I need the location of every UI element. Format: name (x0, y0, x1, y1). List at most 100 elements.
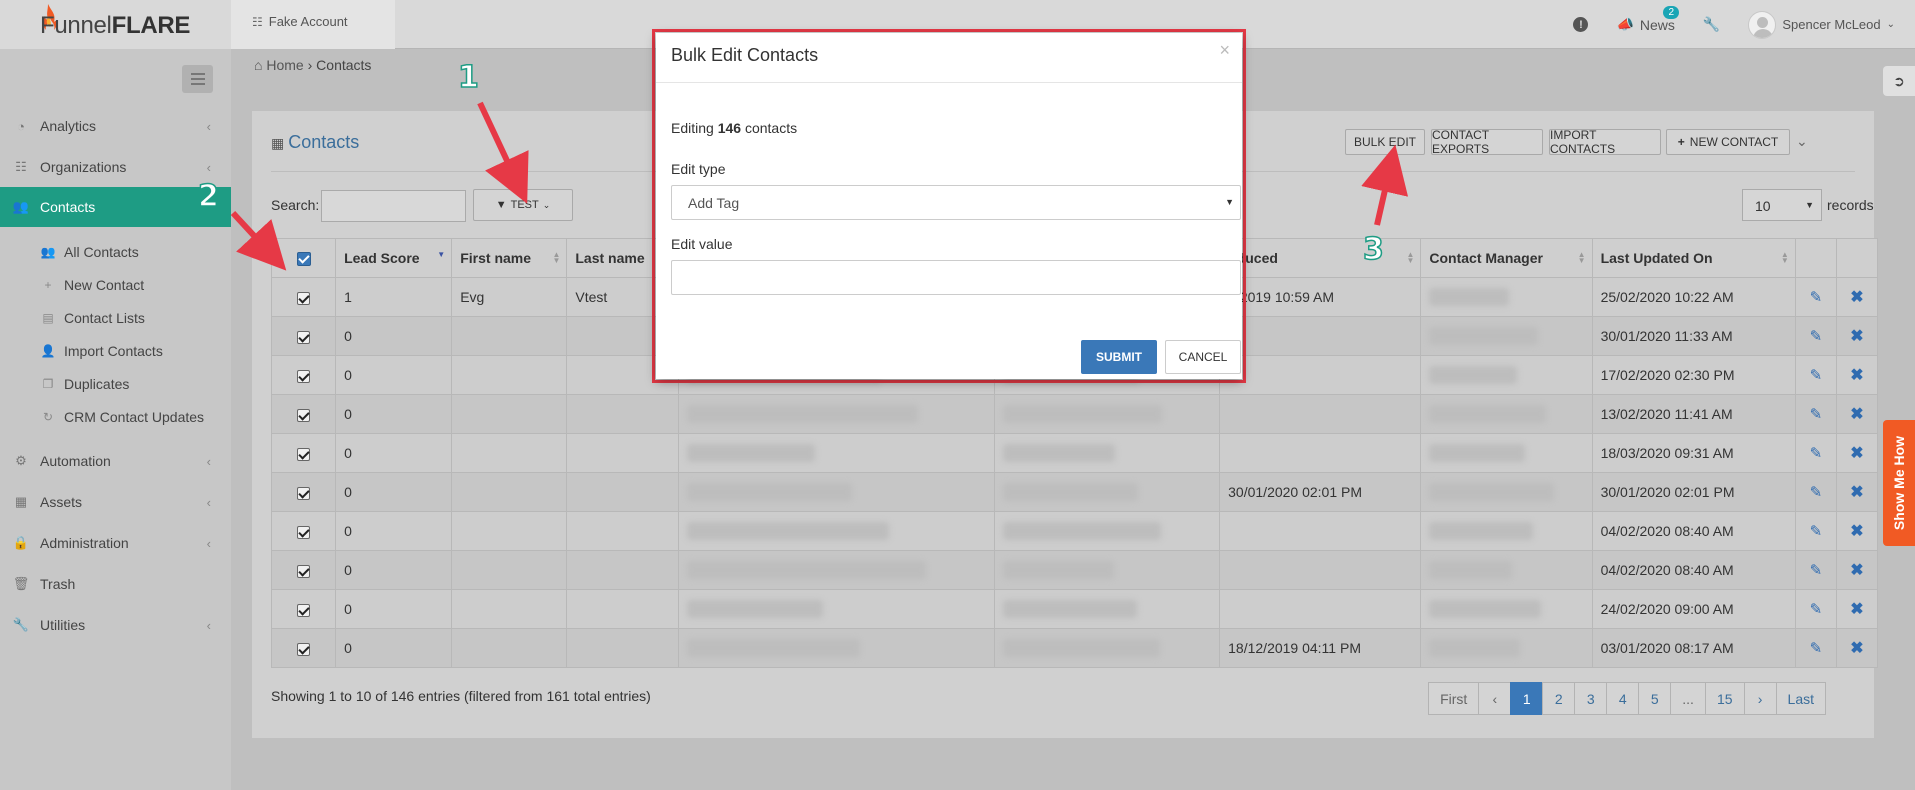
table-row[interactable]: 0 13/02/2020 11:41 AM ✎ ✖ (270, 394, 1879, 434)
sidebar-subitem-crm-contact-updates[interactable]: ↻ CRM Contact Updates (0, 400, 231, 433)
edit-cell[interactable]: ✎ (1794, 355, 1837, 395)
row-checkbox[interactable] (297, 447, 311, 461)
row-select-cell[interactable] (270, 628, 337, 668)
delete-cell[interactable]: ✖ (1835, 589, 1879, 629)
delete-cell[interactable]: ✖ (1835, 394, 1879, 434)
submit-button[interactable]: SUBMIT (1081, 340, 1157, 374)
table-row[interactable]: 0 04/02/2020 08:40 AM ✎ ✖ (270, 511, 1879, 551)
edit-cell[interactable]: ✎ (1794, 550, 1837, 590)
row-checkbox[interactable] (297, 525, 311, 539)
delete-cell[interactable]: ✖ (1835, 316, 1879, 356)
select-all-checkbox[interactable] (296, 252, 311, 267)
delete-cell[interactable]: ✖ (1835, 511, 1879, 551)
edit-cell[interactable]: ✎ (1794, 316, 1837, 356)
row-select-cell[interactable] (270, 511, 337, 551)
page-4[interactable]: 4 (1606, 682, 1640, 715)
pencil-icon[interactable]: ✎ (1810, 406, 1823, 423)
new-contact-button[interactable]: + NEW CONTACT (1666, 129, 1790, 155)
close-icon[interactable]: ✖ (1850, 328, 1863, 345)
pencil-icon[interactable]: ✎ (1810, 562, 1823, 579)
page-1[interactable]: 1 (1510, 682, 1544, 715)
logo[interactable]: FunnelFLARE (0, 0, 231, 49)
sidebar-item-contacts[interactable]: 👥 Contacts (0, 187, 231, 227)
pencil-icon[interactable]: ✎ (1810, 367, 1823, 384)
col-last-updated[interactable]: Last Updated On ▲ ▼ (1591, 238, 1796, 278)
search-input[interactable] (321, 190, 466, 222)
sidebar-item-analytics[interactable]: ◔ Analytics ‹ (0, 106, 231, 146)
edit-cell[interactable]: ✎ (1794, 433, 1837, 473)
import-contacts-button[interactable]: IMPORT CONTACTS (1549, 128, 1661, 156)
table-row[interactable]: 0 18/12/2019 04:11 PM 03/01/2020 08:17 AM ✎… (270, 628, 1879, 668)
edit-cell[interactable]: ✎ (1794, 277, 1837, 317)
row-checkbox[interactable] (297, 642, 311, 656)
sidebar-subitem-contact-lists[interactable]: ▤ Contact Lists (0, 301, 231, 334)
table-row[interactable]: 0 30/01/2020 02:01 PM 30/01/2020 02:01 PM ✎… (270, 472, 1879, 512)
row-checkbox[interactable] (297, 408, 311, 422)
row-select-cell[interactable] (270, 589, 337, 629)
table-row[interactable]: 0 18/03/2020 09:31 AM ✎ ✖ (270, 433, 1879, 473)
sidebar-subitem-all-contacts[interactable]: 👥 All Contacts (0, 235, 231, 268)
close-icon[interactable]: ✖ (1850, 367, 1863, 384)
col-introduced[interactable]: oduced ▲ ▼ (1219, 238, 1422, 278)
filter-button[interactable]: ▼ TEST ⌄ (473, 189, 573, 221)
sidebar-item-utilities[interactable]: 🔧 Utilities ‹ (0, 605, 231, 645)
user-menu[interactable]: Spencer McLeod ⌄ (1748, 10, 1895, 39)
pencil-icon[interactable]: ✎ (1810, 601, 1823, 618)
sidebar-item-administration[interactable]: 🔒 Administration ‹ (0, 523, 231, 563)
settings-button[interactable]: 🔧 (1703, 16, 1720, 33)
collapse-right-panel-button[interactable]: ➲ (1883, 66, 1915, 96)
col-first-name[interactable]: First name ▲ ▼ (451, 238, 568, 278)
row-select-cell[interactable] (270, 355, 337, 395)
close-icon[interactable]: ✖ (1850, 484, 1863, 501)
page-last[interactable]: Last (1775, 682, 1826, 715)
close-icon[interactable]: × (1219, 40, 1230, 61)
page-3[interactable]: 3 (1574, 682, 1608, 715)
pencil-icon[interactable]: ✎ (1810, 328, 1823, 345)
row-select-cell[interactable] (270, 472, 337, 512)
table-row[interactable]: 0 04/02/2020 08:40 AM ✎ ✖ (270, 550, 1879, 590)
delete-cell[interactable]: ✖ (1835, 628, 1879, 668)
row-checkbox[interactable] (297, 603, 311, 617)
row-select-cell[interactable] (270, 277, 337, 317)
row-checkbox[interactable] (297, 330, 311, 344)
pencil-icon[interactable]: ✎ (1810, 640, 1823, 657)
delete-cell[interactable]: ✖ (1835, 472, 1879, 512)
select-all-header[interactable] (270, 238, 337, 278)
contact-exports-button[interactable]: CONTACT EXPORTS (1431, 128, 1543, 156)
row-select-cell[interactable] (270, 394, 337, 434)
page-2[interactable]: 2 (1542, 682, 1576, 715)
sidebar-item-organizations[interactable]: ☷ Organizations ‹ (0, 147, 231, 187)
table-row[interactable]: 0 24/02/2020 09:00 AM ✎ ✖ (270, 589, 1879, 629)
row-select-cell[interactable] (270, 433, 337, 473)
edit-cell[interactable]: ✎ (1794, 589, 1837, 629)
close-icon[interactable]: ✖ (1850, 601, 1863, 618)
close-icon[interactable]: ✖ (1850, 562, 1863, 579)
sidebar-item-automation[interactable]: ⚙ Automation ‹ (0, 441, 231, 481)
edit-type-select[interactable]: Add Tag ▼ (671, 185, 1241, 220)
page-first[interactable]: First (1428, 682, 1480, 715)
sidebar-subitem-import-contacts[interactable]: 👤 Import Contacts (0, 334, 231, 367)
menu-toggle-icon[interactable] (182, 65, 213, 93)
breadcrumb-home[interactable]: Home (266, 57, 303, 73)
page-15[interactable]: 15 (1704, 682, 1745, 715)
show-me-how-button[interactable]: Show Me How (1883, 420, 1915, 546)
row-checkbox[interactable] (297, 291, 311, 305)
delete-cell[interactable]: ✖ (1835, 355, 1879, 395)
alert-button[interactable]: ! (1573, 17, 1589, 32)
pencil-icon[interactable]: ✎ (1810, 445, 1823, 462)
row-select-cell[interactable] (270, 316, 337, 356)
account-tab[interactable]: ☷ Fake Account (231, 0, 395, 49)
delete-cell[interactable]: ✖ (1835, 433, 1879, 473)
page-prev[interactable]: ‹ (1478, 682, 1512, 715)
sidebar-subitem-duplicates[interactable]: ❐ Duplicates (0, 367, 231, 400)
row-checkbox[interactable] (297, 369, 311, 383)
row-checkbox[interactable] (297, 486, 311, 500)
close-icon[interactable]: ✖ (1850, 445, 1863, 462)
delete-cell[interactable]: ✖ (1835, 550, 1879, 590)
bulk-edit-button[interactable]: BULK EDIT (1345, 129, 1425, 155)
pencil-icon[interactable]: ✎ (1810, 289, 1823, 306)
pencil-icon[interactable]: ✎ (1810, 484, 1823, 501)
close-icon[interactable]: ✖ (1850, 640, 1863, 657)
edit-cell[interactable]: ✎ (1794, 628, 1837, 668)
row-checkbox[interactable] (297, 564, 311, 578)
